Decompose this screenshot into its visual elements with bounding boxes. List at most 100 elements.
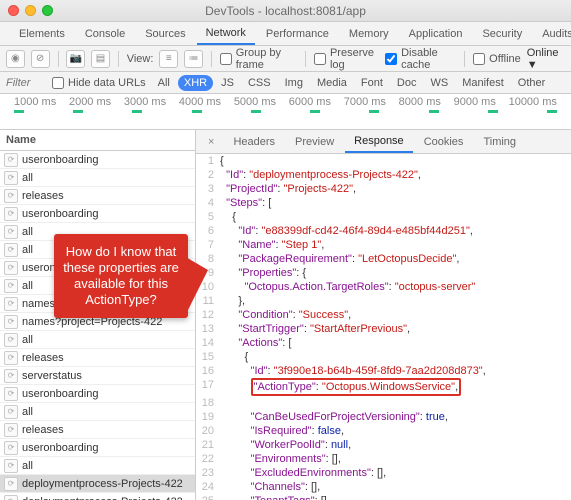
line-content: {: [220, 350, 248, 364]
timeline-bar: [192, 110, 202, 113]
line-content: },: [220, 294, 245, 308]
xhr-icon: ⟳: [4, 477, 18, 491]
hide-data-urls-checkbox[interactable]: Hide data URLs: [52, 77, 146, 89]
filter-type-js[interactable]: JS: [215, 75, 240, 91]
request-row[interactable]: ⟳all: [0, 403, 195, 421]
zoom-window-icon[interactable]: [42, 5, 53, 16]
close-window-icon[interactable]: [8, 5, 19, 16]
panel-tab-sources[interactable]: Sources: [136, 24, 194, 44]
offline-checkbox[interactable]: Offline: [473, 53, 521, 65]
timeline-bar: [14, 110, 24, 113]
timeline-tick: 10000 ms: [509, 96, 557, 108]
filter-type-media[interactable]: Media: [311, 75, 353, 91]
request-row[interactable]: ⟳useronboarding: [0, 385, 195, 403]
filter-type-img[interactable]: Img: [279, 75, 309, 91]
request-row[interactable]: ⟳useronboarding: [0, 439, 195, 457]
filter-bar: Hide data URLs AllXHRJSCSSImgMediaFontDo…: [0, 72, 571, 94]
line-content: "Actions": [: [220, 336, 291, 350]
line-number: 16: [198, 364, 220, 378]
filter-input[interactable]: [6, 75, 46, 91]
line-number: 13: [198, 322, 220, 336]
line-content: "Id": "deploymentprocess-Projects-422",: [220, 168, 421, 182]
panel-tab-audits[interactable]: Audits: [533, 24, 571, 44]
xhr-icon: ⟳: [4, 315, 18, 329]
panel-tab-network[interactable]: Network: [197, 23, 255, 45]
xhr-icon: ⟳: [4, 405, 18, 419]
request-row[interactable]: ⟳ all: [0, 169, 195, 187]
clear-button[interactable]: ⊘: [31, 50, 50, 68]
filter-type-manifest[interactable]: Manifest: [456, 75, 510, 91]
detail-tab-cookies[interactable]: Cookies: [415, 132, 473, 152]
detail-tab-response[interactable]: Response: [345, 131, 413, 153]
view-large-button[interactable]: ≡: [159, 50, 178, 68]
filter-type-ws[interactable]: WS: [424, 75, 454, 91]
annotation-callout: How do I know that these properties are …: [54, 234, 188, 318]
filter-type-all[interactable]: All: [152, 75, 176, 91]
request-name: all: [22, 172, 33, 184]
timeline-bar: [251, 110, 261, 113]
detail-tab-timing[interactable]: Timing: [474, 132, 525, 152]
request-row[interactable]: ⟳releases: [0, 187, 195, 205]
filter-type-xhr[interactable]: XHR: [178, 75, 213, 91]
line-content: "Id": "3f990e18-b64b-459f-8fd9-7aa2d208d…: [220, 364, 486, 378]
timeline-bar: [310, 110, 320, 113]
record-button[interactable]: ◉: [6, 50, 25, 68]
throttling-select[interactable]: Online ▼: [527, 47, 565, 71]
timeline-bar: [429, 110, 439, 113]
timeline-tick: 1000 ms: [14, 96, 56, 108]
code-line: 12 "Condition": "Success",: [198, 308, 571, 322]
preserve-log-checkbox[interactable]: Preserve log: [314, 47, 379, 71]
request-row[interactable]: ⟳deploymentprocess-Projects-422: [0, 475, 195, 493]
request-row[interactable]: ⟳deploymentprocess-Projects-422: [0, 493, 195, 500]
panel-tab-security[interactable]: Security: [473, 24, 531, 44]
filter-type-doc[interactable]: Doc: [391, 75, 423, 91]
line-content: "Name": "Step 1",: [220, 238, 324, 252]
request-row[interactable]: ⟳useronboarding: [0, 151, 195, 169]
timeline-tick: 7000 ms: [344, 96, 386, 108]
line-number: 14: [198, 336, 220, 350]
filter-type-font[interactable]: Font: [355, 75, 389, 91]
name-column-header[interactable]: Name: [0, 130, 195, 151]
code-line: 8 "PackageRequirement": "LetOctopusDecid…: [198, 252, 571, 266]
xhr-icon: ⟳: [4, 261, 18, 275]
request-row[interactable]: ⟳all: [0, 331, 195, 349]
minimize-window-icon[interactable]: [25, 5, 36, 16]
panel-tab-elements[interactable]: Elements: [10, 24, 74, 44]
line-content: "PackageRequirement": "LetOctopusDecide"…: [220, 252, 459, 266]
capture-screenshot-button[interactable]: 📷: [66, 50, 85, 68]
group-by-frame-checkbox[interactable]: Group by frame: [220, 47, 297, 71]
panel-tab-application[interactable]: Application: [400, 24, 472, 44]
request-row[interactable]: ⟳serverstatus: [0, 367, 195, 385]
line-number: 6: [198, 224, 220, 238]
line-number: 25: [198, 494, 220, 500]
line-content: "Octopus.Action.TargetRoles": "octopus-s…: [220, 280, 475, 294]
request-row[interactable]: ⟳releases: [0, 349, 195, 367]
request-row[interactable]: ⟳all: [0, 457, 195, 475]
detail-tab-preview[interactable]: Preview: [286, 132, 343, 152]
response-body[interactable]: 1{2 "Id": "deploymentprocess-Projects-42…: [196, 154, 571, 500]
panel-tab-console[interactable]: Console: [76, 24, 134, 44]
xhr-icon: ⟳: [4, 459, 18, 473]
request-row[interactable]: ⟳useronboarding: [0, 205, 195, 223]
detail-tabs: × HeadersPreviewResponseCookiesTiming: [196, 130, 571, 154]
line-content: "IsRequired": false,: [220, 424, 344, 438]
close-detail-icon[interactable]: ×: [200, 136, 222, 148]
detail-tab-headers[interactable]: Headers: [224, 132, 284, 152]
request-row[interactable]: ⟳releases: [0, 421, 195, 439]
xhr-icon: ⟳: [4, 171, 18, 185]
filter-type-other[interactable]: Other: [512, 75, 552, 91]
view-small-button[interactable]: ≔: [184, 50, 203, 68]
timeline[interactable]: 1000 ms2000 ms3000 ms4000 ms5000 ms6000 …: [0, 94, 571, 130]
request-name: all: [22, 334, 33, 346]
filter-toggle-button[interactable]: ▤: [91, 50, 110, 68]
timeline-tick: 6000 ms: [289, 96, 331, 108]
line-content: "Properties": {: [220, 266, 306, 280]
code-line: 23 "ExcludedEnvironments": [],: [198, 466, 571, 480]
panel-tab-memory[interactable]: Memory: [340, 24, 398, 44]
line-number: 17: [198, 378, 220, 396]
panel-tab-performance[interactable]: Performance: [257, 24, 338, 44]
disable-cache-checkbox[interactable]: Disable cache: [385, 47, 456, 71]
line-number: 1: [198, 154, 220, 168]
code-line: 13 "StartTrigger": "StartAfterPrevious",: [198, 322, 571, 336]
filter-type-css[interactable]: CSS: [242, 75, 277, 91]
